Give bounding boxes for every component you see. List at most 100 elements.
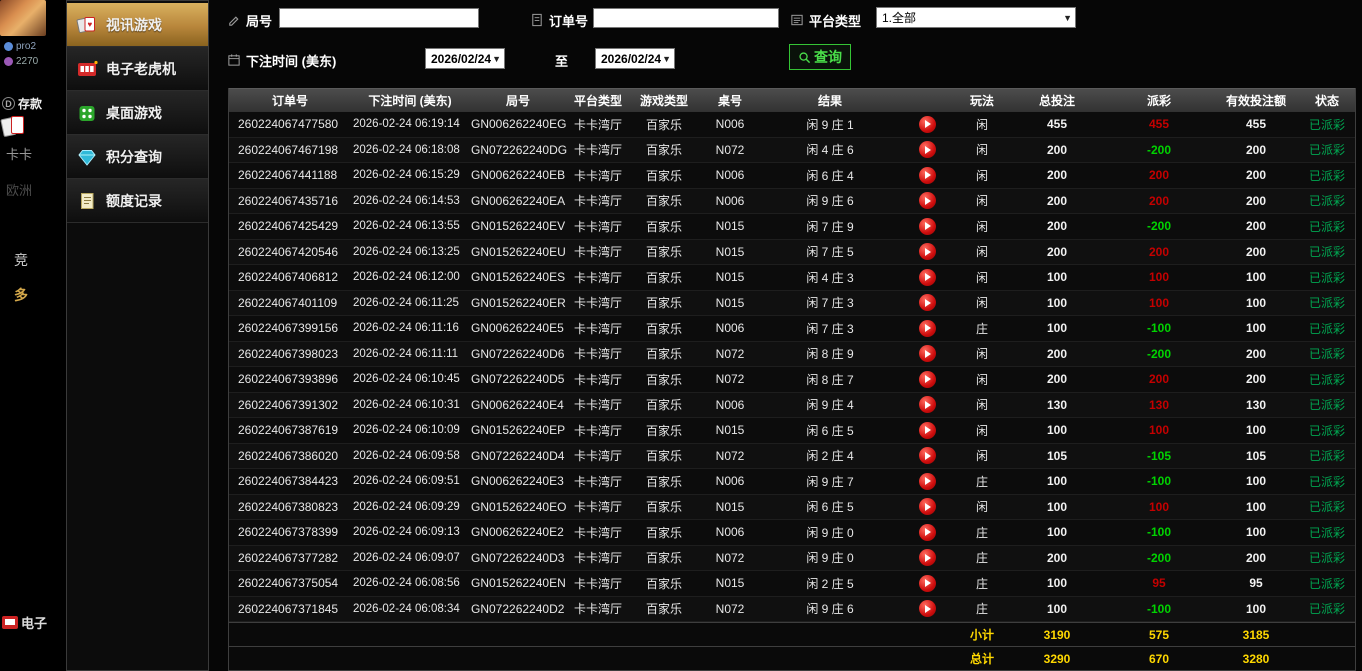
- cell-order-no: 260224067477580: [238, 117, 339, 132]
- cell-video: [899, 345, 955, 363]
- nav-fragment-dianzi[interactable]: 电子: [2, 613, 47, 632]
- cell-order-no: 260224067435716: [238, 193, 339, 208]
- cell-payout: -100: [1146, 321, 1172, 336]
- cell-status: 已派彩: [1308, 525, 1345, 540]
- cell-game-type: 百家乐: [645, 143, 682, 158]
- play-video-button[interactable]: [918, 319, 936, 337]
- play-video-button[interactable]: [918, 217, 936, 235]
- sidebar-item-slots[interactable]: 电子老虎机: [67, 47, 208, 91]
- nav-fragment-ouzhou[interactable]: 欧洲: [6, 180, 32, 199]
- col-header-total: 总投注: [1038, 94, 1075, 108]
- play-video-button[interactable]: [918, 345, 936, 363]
- search-button[interactable]: 查询: [789, 44, 851, 70]
- table-row: 260224067371845 2026-02-24 06:08:34 GN07…: [229, 596, 1355, 622]
- cell-round-no: GN015262240EU: [471, 244, 566, 259]
- play-video-button[interactable]: [918, 294, 936, 312]
- round-number-input[interactable]: [279, 8, 479, 28]
- date-to-select[interactable]: 2026/02/24 ▼: [595, 48, 675, 69]
- date-from-select[interactable]: 2026/02/24 ▼: [425, 48, 505, 69]
- nav-fragment-duo[interactable]: 多: [14, 285, 28, 305]
- cell-total-bet: 455: [1046, 117, 1068, 132]
- background-page-strip: pro2 2270 D 存款 卡卡 欧洲 竞 多 电子: [0, 0, 66, 671]
- col-header-result: 结果: [817, 94, 842, 108]
- sidebar-item-credit-records[interactable]: 额度记录: [67, 179, 208, 223]
- cell-video: [899, 600, 955, 618]
- play-video-button[interactable]: [918, 243, 936, 261]
- cell-round-no: GN006262240E3: [471, 474, 564, 489]
- cell-bet-on: 闲: [975, 143, 988, 158]
- play-video-button[interactable]: [918, 115, 936, 133]
- play-icon: [925, 502, 931, 511]
- play-video-button[interactable]: [918, 396, 936, 414]
- cell-status: 已派彩: [1308, 602, 1345, 617]
- cell-table-no: N015: [715, 499, 745, 514]
- sidebar-item-table-games[interactable]: 桌面游戏: [67, 91, 208, 135]
- sidebar-item-video-games[interactable]: ♥ 视讯游戏: [67, 3, 208, 47]
- play-video-button[interactable]: [918, 166, 936, 184]
- cell-bet-time: 2026-02-24 06:11:16: [353, 322, 459, 335]
- table-row: 260224067477580 2026-02-24 06:19:14 GN00…: [229, 112, 1355, 138]
- cell-total-bet: 200: [1046, 346, 1068, 361]
- cell-status: 已派彩: [1308, 321, 1345, 336]
- cell-order-no: 260224067391302: [238, 397, 339, 412]
- play-video-button[interactable]: [918, 447, 936, 465]
- play-video-button[interactable]: [918, 523, 936, 541]
- play-video-button[interactable]: [918, 141, 936, 159]
- cell-round-no: GN072262240D5: [471, 372, 565, 387]
- cell-result: 闲 9 庄 0: [806, 525, 854, 540]
- cell-valid-bet: 200: [1245, 219, 1267, 234]
- order-number-input[interactable]: [593, 8, 779, 28]
- cell-payout: -200: [1146, 550, 1172, 565]
- table-row: 260224067387619 2026-02-24 06:10:09 GN01…: [229, 418, 1355, 444]
- sidebar-item-points-query[interactable]: 积分查询: [67, 135, 208, 179]
- cell-bet-time: 2026-02-24 06:12:00: [353, 271, 460, 284]
- cell-table-no: N006: [715, 474, 745, 489]
- cell-table-no: N006: [715, 397, 745, 412]
- cell-valid-bet: 200: [1245, 550, 1267, 565]
- cell-video: [899, 421, 955, 439]
- platform-type-select[interactable]: 1.全部 ▼: [876, 7, 1076, 28]
- col-header-order: 订单号: [271, 94, 308, 108]
- play-video-button[interactable]: [918, 600, 936, 618]
- cell-result: 闲 7 庄 3: [806, 321, 854, 336]
- play-video-button[interactable]: [918, 268, 936, 286]
- play-video-button[interactable]: [918, 421, 936, 439]
- cell-order-no: 260224067425429: [238, 219, 339, 234]
- cell-status: 已派彩: [1308, 219, 1345, 234]
- play-video-button[interactable]: [918, 370, 936, 388]
- search-icon: [799, 51, 811, 63]
- grand-total-valid-bet: 3280: [1242, 651, 1270, 666]
- cell-payout: 200: [1148, 372, 1170, 387]
- cell-result: 闲 9 庄 1: [806, 117, 854, 132]
- cell-result: 闲 8 庄 7: [806, 372, 854, 387]
- cell-bet-on: 闲: [975, 347, 988, 362]
- cell-result: 闲 4 庄 6: [806, 143, 854, 158]
- play-video-button[interactable]: [918, 574, 936, 592]
- dice-icon: [76, 103, 98, 123]
- cell-payout: -200: [1146, 219, 1172, 234]
- cell-valid-bet: 100: [1245, 423, 1267, 438]
- play-video-button[interactable]: [918, 192, 936, 210]
- cell-round-no: GN006262240EG: [471, 117, 567, 132]
- deposit-button-fragment[interactable]: D 存款: [2, 95, 42, 112]
- cell-valid-bet: 100: [1245, 270, 1267, 285]
- play-video-button[interactable]: [918, 472, 936, 490]
- cell-table-no: N006: [715, 168, 745, 183]
- cell-order-no: 260224067386020: [238, 448, 339, 463]
- play-video-button[interactable]: [918, 498, 936, 516]
- subtotal-label: 小计: [969, 628, 994, 642]
- play-video-button[interactable]: [918, 549, 936, 567]
- nav-fragment-kaka[interactable]: 卡卡: [6, 144, 32, 163]
- nav-fragment-jing[interactable]: 竞: [14, 250, 28, 270]
- cell-order-no: 260224067420546: [238, 244, 339, 259]
- cell-video: [899, 166, 955, 184]
- cell-total-bet: 100: [1046, 525, 1068, 540]
- cell-round-no: GN015262240EV: [471, 219, 566, 234]
- cell-bet-time: 2026-02-24 06:13:55: [353, 220, 460, 233]
- cell-payout: 100: [1148, 423, 1170, 438]
- cell-table-no: N015: [715, 219, 745, 234]
- cell-payout: 100: [1148, 499, 1170, 514]
- table-row: 260224067425429 2026-02-24 06:13:55 GN01…: [229, 214, 1355, 240]
- round-number-label: 局号: [227, 9, 272, 31]
- play-icon: [925, 604, 931, 613]
